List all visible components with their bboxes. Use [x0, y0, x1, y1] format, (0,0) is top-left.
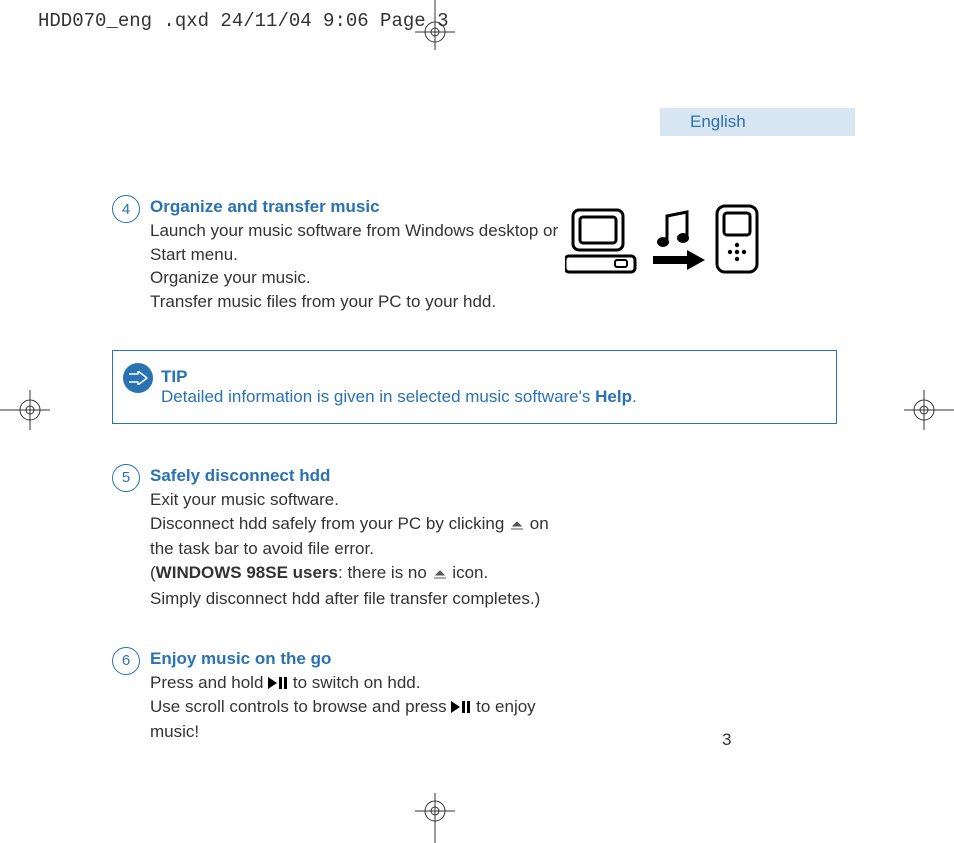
tip-label: TIP	[161, 367, 826, 387]
step-number-badge: 5	[112, 464, 140, 492]
registration-mark-icon	[904, 380, 954, 440]
eject-tray-icon	[432, 563, 448, 587]
play-pause-icon	[268, 672, 288, 696]
tip-text: Detailed information is given in selecte…	[161, 387, 637, 406]
step-5: 5 Safely disconnect hdd Exit your music …	[112, 464, 837, 611]
step-number-badge: 4	[112, 195, 140, 223]
page-number: 3	[722, 730, 731, 750]
registration-mark-icon	[405, 0, 465, 50]
print-header: HDD070_eng .qxd 24/11/04 9:06 Page 3	[38, 10, 448, 32]
step-line: (WINDOWS 98SE users: there is no icon.	[150, 561, 570, 587]
step-line: Transfer music files from your PC to you…	[150, 290, 570, 314]
step-line: Exit your music software.	[150, 488, 570, 512]
play-pause-icon	[451, 696, 471, 720]
step-title: Safely disconnect hdd	[150, 466, 330, 485]
step-line: Organize your music.	[150, 266, 570, 290]
step-line: Disconnect hdd safely from your PC by cl…	[150, 512, 570, 562]
registration-mark-icon	[405, 793, 465, 843]
step-title: Organize and transfer music	[150, 197, 380, 216]
step-title: Enjoy music on the go	[150, 649, 331, 668]
tip-box: TIP Detailed information is given in sel…	[112, 350, 837, 424]
step-line: Simply disconnect hdd after file transfe…	[150, 587, 570, 611]
language-tab: English	[660, 108, 855, 136]
eject-tray-icon	[509, 514, 525, 538]
step-line: Press and hold to switch on hdd.	[150, 671, 570, 696]
step-4: 4 Organize and transfer music Launch you…	[112, 195, 837, 314]
registration-mark-icon	[0, 380, 50, 440]
tip-arrow-icon	[123, 363, 153, 393]
step-line: Use scroll controls to browse and press …	[150, 695, 570, 744]
step-number-badge: 6	[112, 647, 140, 675]
step-line: Launch your music software from Windows …	[150, 219, 570, 267]
